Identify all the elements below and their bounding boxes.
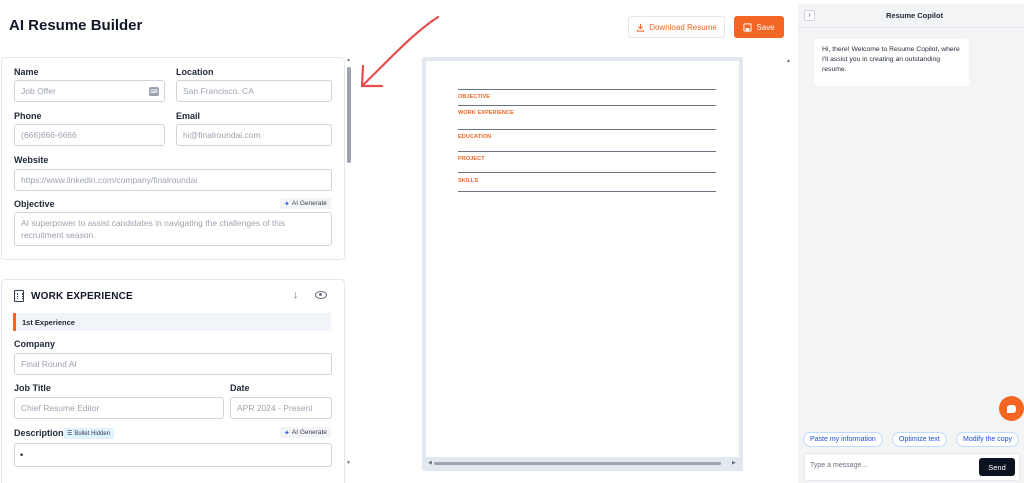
description-field[interactable] [14,443,332,467]
name-label: Name [14,67,39,77]
visibility-eye-icon[interactable] [315,291,327,299]
move-down-icon[interactable]: ↓ [293,289,299,301]
company-value: Final Round AI [21,359,77,369]
date-label: Date [230,383,250,393]
website-value: https://www.linkedin.com/company/finalro… [21,175,198,185]
scroll-left-arrow-icon[interactable]: ◀ [428,460,432,466]
email-label: Email [176,111,201,121]
message-input[interactable]: Type a message... [810,462,867,469]
description-bullet: • [20,450,24,460]
preview-divider [458,191,716,192]
job-title-value: Chief Resume Editor [21,403,100,413]
page-title: AI Resume Builder [9,17,143,34]
ai-generate-label: AI Generate [291,200,327,207]
paste-my-information-chip[interactable]: Paste my information [803,432,883,447]
job-title-field[interactable]: Chief Resume Editor [14,397,224,419]
bullet-hidden-label: Bullet Hidden [74,430,111,437]
save-icon [743,22,752,32]
ai-generate-label: AI Generate [291,429,327,436]
building-icon [14,290,24,302]
description-ai-generate-button[interactable]: ✦ AI Generate [280,427,331,438]
website-label: Website [14,155,49,165]
sparkle-icon: ✦ [284,200,290,208]
location-field[interactable]: San Francisco, CA [176,80,332,102]
objective-label: Objective [14,199,55,209]
keyboard-icon[interactable]: ⌨ [149,87,159,96]
download-resume-label: Download Resume [649,22,717,32]
optimize-text-chip[interactable]: Optimize text [892,432,947,447]
preview-section-education: EDUCATION [458,134,492,140]
date-field[interactable]: APR 2024 - Present [230,397,332,419]
phone-value: (666)666-6666 [21,130,77,140]
copilot-title: Resume Copilot [886,11,944,20]
experience-tab-1[interactable]: 1st Experience [13,313,331,331]
objective-ai-generate-button[interactable]: ✦ AI Generate [280,198,331,209]
chat-bubble-icon[interactable] [999,396,1024,421]
job-title-label: Job Title [14,383,51,393]
preview-divider [458,105,716,106]
company-label: Company [14,339,56,349]
company-field[interactable]: Final Round AI [14,353,332,375]
location-label: Location [176,67,214,77]
date-value: APR 2024 - Present [237,403,313,413]
preview-divider [458,89,716,90]
download-icon [637,23,645,32]
bullet-hidden-toggle[interactable]: ☰ Bullet Hidden [63,428,115,439]
preview-section-work-experience: WORK EXPERIENCE [458,110,514,116]
location-value: San Francisco, CA [183,86,254,96]
save-label: Save [756,22,775,32]
preview-scroll-up-arrow-icon[interactable]: ▲ [786,58,791,64]
welcome-message: Hi, there! Welcome to Resume Copilot, wh… [814,39,969,86]
scroll-right-arrow-icon[interactable]: ▶ [732,460,736,466]
email-field[interactable]: hi@finalroundai.com [176,124,332,146]
send-button[interactable]: Send [979,458,1015,476]
save-button[interactable]: Save [734,16,784,38]
collapse-chevron-icon[interactable]: › [804,10,815,21]
objective-field[interactable]: AI superpower to assist candidates in na… [14,212,332,246]
preview-section-objective: OBJECTIVE [458,94,491,100]
name-field[interactable]: Job Offer ⌨ [14,80,165,102]
modify-the-copy-chip[interactable]: Modify the copy [956,432,1020,447]
list-icon: ☰ [67,431,73,437]
email-value: hi@finalroundai.com [183,130,261,140]
work-experience-title: WORK EXPERIENCE [31,291,133,302]
experience-tab-label: 1st Experience [22,317,75,327]
website-field[interactable]: https://www.linkedin.com/company/finalro… [14,169,332,191]
phone-field[interactable]: (666)666-6666 [14,124,165,146]
preview-section-project: PROJECT [458,156,485,162]
objective-value: AI superpower to assist candidates in na… [21,218,286,240]
phone-label: Phone [14,111,42,121]
sparkle-icon: ✦ [284,429,290,437]
resume-preview-page [426,61,739,457]
preview-divider [458,151,716,152]
download-resume-button[interactable]: Download Resume [628,16,725,38]
preview-divider [458,129,716,130]
scroll-down-arrow-icon[interactable]: ▼ [346,460,351,466]
preview-section-skills: SKILLS [458,178,479,184]
name-value: Job Offer [21,86,56,96]
preview-divider [458,172,716,173]
preview-scrollbar-thumb[interactable] [434,462,721,465]
description-label: Description [14,428,64,438]
